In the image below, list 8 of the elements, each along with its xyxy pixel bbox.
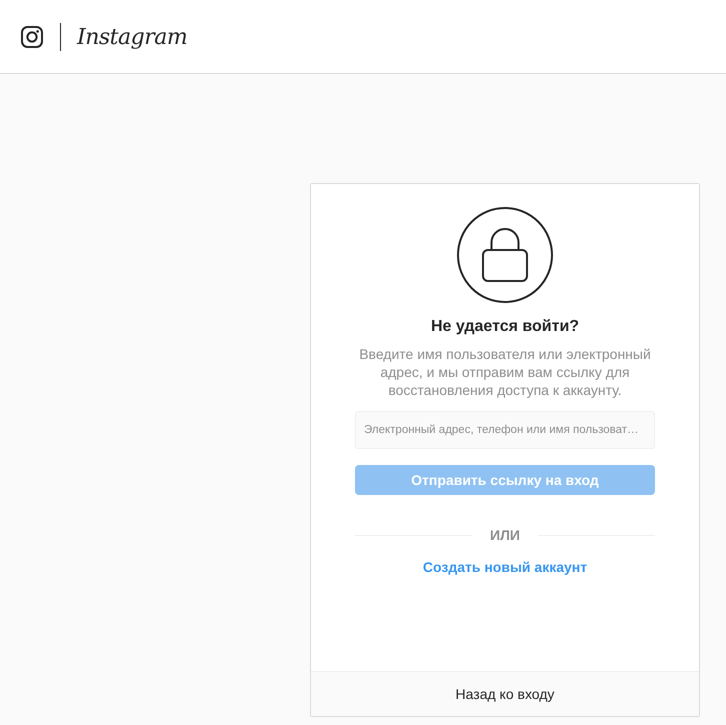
or-divider-text: ИЛИ: [490, 526, 520, 544]
back-to-login-button[interactable]: Назад ко входу: [311, 671, 699, 716]
description-text: Введите имя пользователя или электронный адрес, и мы отправим вам ссылку для восстановления доступа к аккаунту.: [358, 345, 652, 399]
logo-wordmark[interactable]: Instagram: [77, 24, 188, 52]
input-field[interactable]: Электронный адрес, телефон или имя пользоват…: [355, 411, 655, 449]
lock-icon: [457, 207, 553, 303]
camera-icon[interactable]: [21, 26, 43, 48]
card-title: Не удается войти?: [430, 317, 580, 337]
